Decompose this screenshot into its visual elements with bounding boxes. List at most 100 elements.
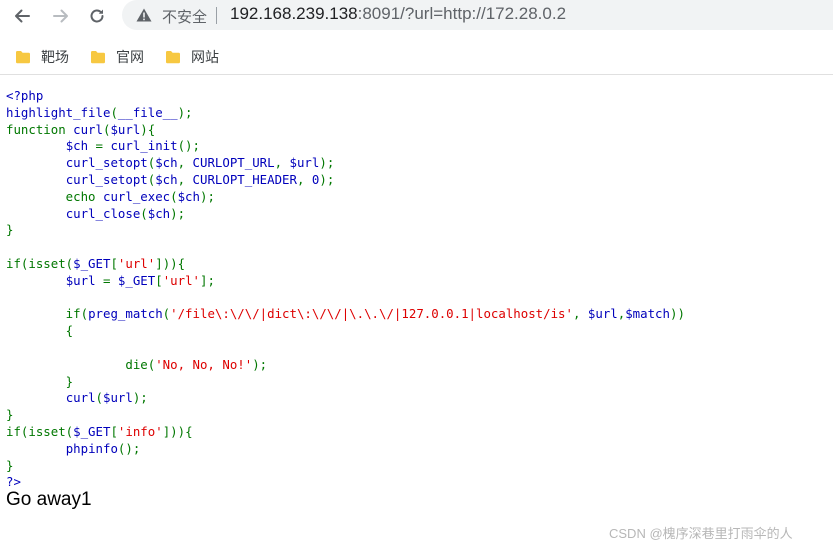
code-token: $url [103,390,133,406]
code-line: phpinfo(); [6,441,685,458]
code-token: function [6,121,74,137]
code-token: ?> [6,474,21,490]
code-line: } [6,374,685,391]
bookmarks-bar: 靶场 官网 网站 [0,38,833,75]
code-line: { [6,323,685,340]
code-token: $url [289,155,320,171]
code-token: } [6,457,14,473]
code-token: $_GET [117,272,156,288]
code-token: $match [625,306,670,322]
code-token: if(isset( [6,423,74,439]
code-line: curl_close($ch); [6,206,685,223]
code-token: , [274,155,290,171]
code-token: echo [6,188,103,204]
code-line: if(isset($_GET['info'])){ [6,424,685,441]
code-line: } [6,407,685,424]
reload-icon [90,9,104,23]
code-line: curl($url); [6,390,685,407]
code-token: curl [65,390,96,406]
code-line: highlight_file(__file__); [6,105,685,122]
code-token: $url [110,121,141,137]
code-token: ); [319,171,335,187]
code-token: { [6,323,74,339]
code-token: ( [170,188,178,204]
code-line: ?> [6,474,685,491]
code-line: if(preg_match('/file\:\/\/|dict\:\/\/|\.… [6,306,685,323]
code-line: echo curl_exec($ch); [6,189,685,206]
code-token: (); [177,138,200,154]
url-host: 192.168.239.138 [230,4,358,23]
code-token: curl [73,121,103,137]
code-token: curl_setopt [65,155,148,171]
code-token: if(isset( [6,255,74,271]
url-path: :8091/?url=http://172.28.0.2 [357,4,567,23]
code-token: } [6,407,14,423]
code-line: } [6,222,685,239]
bookmark-label: 靶场 [41,49,69,65]
code-token: 'info' [117,423,163,439]
code-token: ( [140,205,148,221]
code-token: ); [177,104,193,120]
code-token: $ch [155,171,178,187]
code-token: [ [110,423,118,439]
code-line: curl_setopt($ch, CURLOPT_HEADER, 0); [6,172,685,189]
code-token: } [6,222,14,238]
code-token: ( [95,390,103,406]
bookmark-item[interactable]: 官网 [90,47,144,67]
forward-button[interactable] [47,4,75,28]
code-token: curl_exec [102,188,171,204]
code-token: , [177,171,193,187]
code-token: <?php [6,88,44,103]
code-token: curl_setopt [65,171,148,187]
security-label[interactable]: 不安全 [162,6,207,27]
code-token: $ch [65,138,96,154]
code-token: ){ [140,121,156,137]
code-token: ); [252,356,268,372]
code-token: CURLOPT_URL [192,155,275,171]
code-token: $_GET [73,255,111,271]
code-token: [ [155,272,163,288]
code-token: curl_close [65,205,141,221]
code-token: ( [110,104,118,120]
code-token: ); [170,205,186,221]
page-output-text: Go away1 [6,489,92,510]
code-token: (); [117,440,141,456]
code-token: , [177,155,193,171]
code-token: = [103,272,118,288]
browser-toolbar: 不安全 192.168.239.138:8091/?url=http://172… [0,0,833,36]
back-button[interactable] [8,4,36,28]
code-token: , [572,306,588,322]
bookmark-item[interactable]: 靶场 [15,47,69,67]
code-line: } [6,458,685,475]
code-token: [ [110,255,118,271]
code-token: '/file\:\/\/|dict\:\/\/|\.\.\/|127.0.0.1… [170,306,573,322]
bookmark-label: 网站 [191,49,219,65]
code-token: curl_init [110,138,178,154]
url-text[interactable]: 192.168.239.138:8091/?url=http://172.28.… [230,4,566,24]
bookmark-item[interactable]: 网站 [165,47,219,67]
code-line: curl_setopt($ch, CURLOPT_URL, $url); [6,155,685,172]
code-token: ); [199,188,215,204]
code-token: $url [587,306,618,322]
code-token: ]; [200,272,215,288]
code-token: ])){ [155,255,186,271]
code-line: function curl($url){ [6,122,685,139]
code-token: 'url' [117,255,156,271]
code-token: die [125,356,148,372]
csdn-watermark: CSDN @槐序深巷里打雨伞的人 [609,526,793,541]
arrow-right-icon [53,9,68,23]
code-token: = [95,138,111,154]
code-line: die('No, No, No!'); [6,357,685,374]
folder-icon [16,51,30,64]
address-bar[interactable]: 不安全 192.168.239.138:8091/?url=http://172… [122,0,833,30]
code-token: } [6,373,74,389]
reload-button[interactable] [83,4,111,28]
code-token: __file__ [117,104,178,120]
